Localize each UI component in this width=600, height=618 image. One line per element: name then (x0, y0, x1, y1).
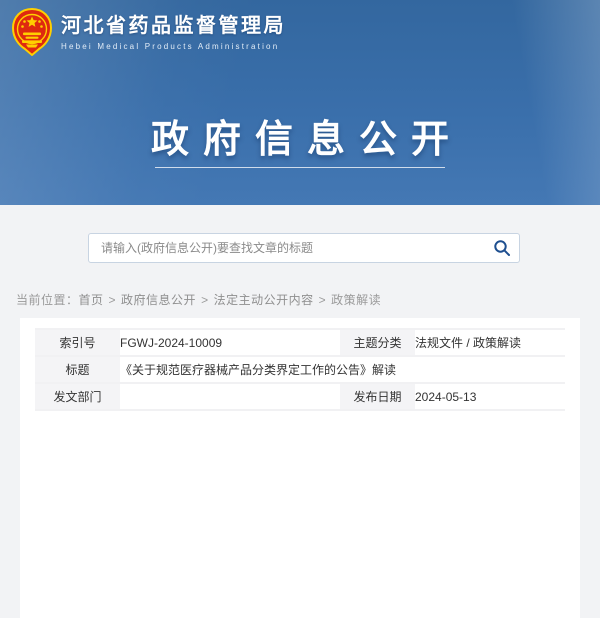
document-title-value: 《关于规范医疗器械产品分类界定工作的公告》解读 (120, 356, 565, 383)
page-banner: 河北省药品监督管理局 Hebei Medical Products Admini… (0, 0, 600, 205)
publish-date-value: 2024-05-13 (415, 383, 565, 410)
content-area: 当前位置：首页 > 政府信息公开 > 法定主动公开内容 > 政策解读 索引号 FGWJ-20… (0, 205, 600, 400)
topic-category-label: 主题分类 (340, 329, 415, 356)
breadcrumb-link-home[interactable]: 首页 (79, 293, 104, 307)
document-info-table: 索引号 FGWJ-2024-10009 主题分类 法规文件 / 政策解读 标题 … (35, 328, 565, 411)
national-emblem-icon (12, 8, 52, 56)
breadcrumb-link-statutory-disclosure[interactable]: 法定主动公开内容 (214, 293, 314, 307)
index-number-value: FGWJ-2024-10009 (120, 329, 340, 356)
breadcrumb-separator: > (319, 293, 327, 307)
topic-category-value: 法规文件 / 政策解读 (415, 329, 565, 356)
page-title: 政府信息公开 (0, 108, 600, 163)
breadcrumb: 当前位置：首页 > 政府信息公开 > 法定主动公开内容 > 政策解读 (16, 291, 381, 308)
document-info-panel: 索引号 FGWJ-2024-10009 主题分类 法规文件 / 政策解读 标题 … (20, 318, 580, 618)
index-number-label: 索引号 (35, 329, 120, 356)
table-row: 标题 《关于规范医疗器械产品分类界定工作的公告》解读 (35, 356, 565, 383)
issuing-department-value (120, 383, 340, 410)
search-button[interactable] (485, 234, 519, 262)
breadcrumb-separator: > (109, 293, 117, 307)
search-input[interactable] (89, 241, 485, 255)
site-title-block: 河北省药品监督管理局 Hebei Medical Products Admini… (61, 13, 286, 51)
publish-date-label: 发布日期 (340, 383, 415, 410)
org-name-cn: 河北省药品监督管理局 (61, 13, 286, 39)
document-title-label: 标题 (35, 356, 120, 383)
breadcrumb-link-info-disclosure[interactable]: 政府信息公开 (121, 293, 196, 307)
issuing-department-label: 发文部门 (35, 383, 120, 410)
breadcrumb-separator: > (201, 293, 209, 307)
search-icon (493, 239, 511, 257)
breadcrumb-current: 政策解读 (331, 293, 381, 307)
breadcrumb-prefix: 当前位置： (16, 293, 79, 307)
site-logo[interactable]: 河北省药品监督管理局 Hebei Medical Products Admini… (12, 8, 286, 56)
table-row: 发文部门 发布日期 2024-05-13 (35, 383, 565, 410)
org-name-en: Hebei Medical Products Administration (61, 42, 286, 51)
title-divider (155, 167, 445, 168)
table-row: 索引号 FGWJ-2024-10009 主题分类 法规文件 / 政策解读 (35, 329, 565, 356)
search-box (88, 233, 520, 263)
